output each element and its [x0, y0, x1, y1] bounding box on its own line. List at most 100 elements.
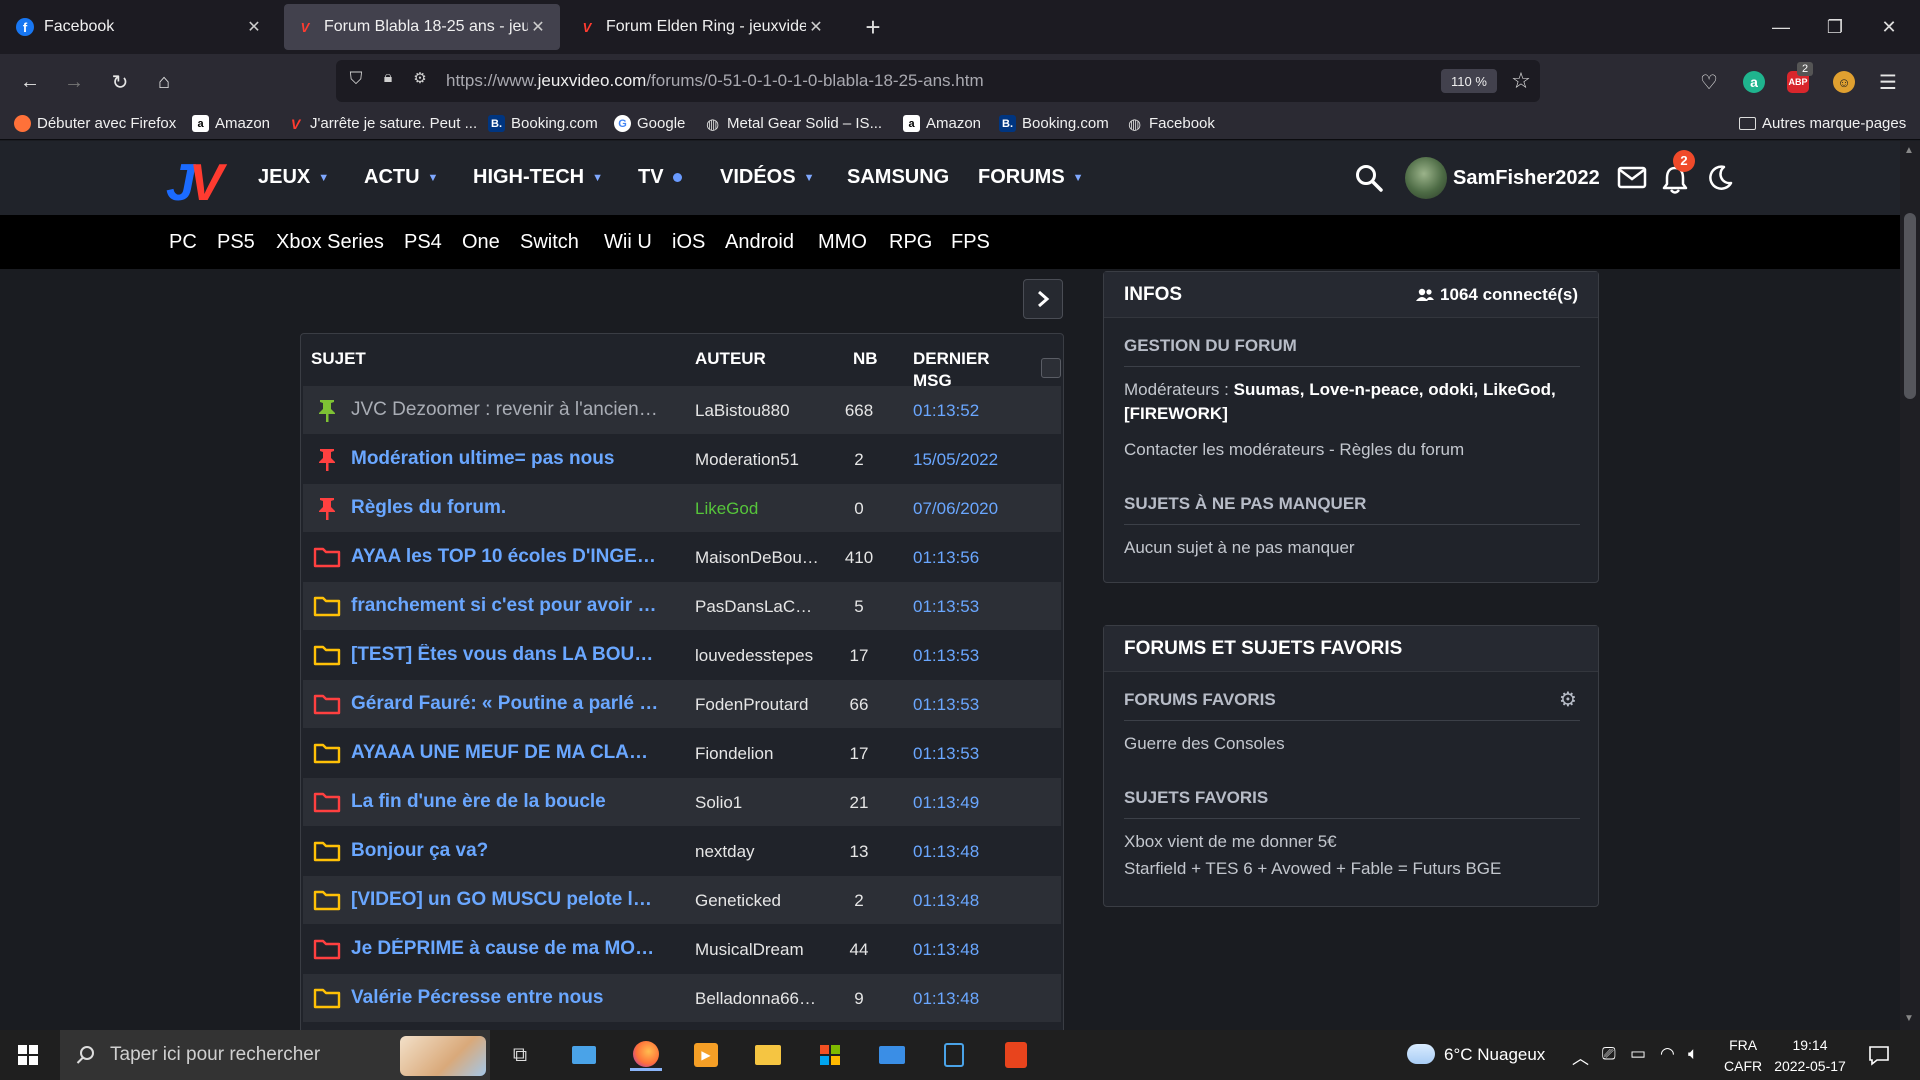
topic-author[interactable]: Geneticked: [695, 891, 819, 911]
topic-last-message[interactable]: 07/06/2020: [913, 499, 998, 519]
topic-author[interactable]: louvedesstepes: [695, 646, 819, 666]
bookmark-booking-2[interactable]: B. Booking.com: [999, 115, 1109, 132]
minimize-icon[interactable]: —: [1758, 10, 1804, 44]
new-tab-button[interactable]: +: [856, 10, 890, 44]
tab-forum-elden-ring[interactable]: V Forum Elden Ring - jeuxvideo.com ✕: [566, 4, 838, 50]
mail-app-icon[interactable]: [876, 1039, 908, 1071]
url-text[interactable]: https://www.jeuxvideo.com/forums/0-51-0-…: [446, 71, 984, 91]
bookmark-google[interactable]: G Google: [614, 115, 685, 132]
tab-facebook[interactable]: f Facebook ✕: [4, 4, 276, 50]
pocket-icon[interactable]: ♡: [1693, 66, 1725, 98]
bookmark-amazon[interactable]: a Amazon: [192, 115, 270, 132]
topic-subject[interactable]: Je DÉPRIME à cause de ma MOTIVATION: [351, 938, 659, 960]
next-page-button[interactable]: [1023, 279, 1063, 319]
app-icon-1[interactable]: [568, 1039, 600, 1071]
weather-text[interactable]: 6°C Nuageux: [1444, 1045, 1545, 1065]
topic-subject[interactable]: AYAAA UNE MEUF DE MA CLASSE: [351, 742, 659, 764]
bookmark-mgs[interactable]: ◍ Metal Gear Solid – IS...: [704, 115, 882, 133]
topic-subject[interactable]: Gérard Fauré: « Poutine a parlé de moi: [351, 693, 659, 715]
nav-jeux[interactable]: JEUX ▼: [258, 166, 329, 189]
subnav-xbox-series[interactable]: Xbox Series: [276, 231, 384, 254]
zoom-level[interactable]: 110 %: [1441, 69, 1497, 93]
window-close-icon[interactable]: ✕: [1866, 10, 1912, 44]
other-bookmarks[interactable]: Autres marque-pages: [1739, 115, 1906, 132]
topic-last-message[interactable]: 01:13:48: [913, 842, 979, 862]
table-row[interactable]: Je DÉPRIME à cause de ma MOTIVATION Music…: [303, 925, 1061, 973]
bookmark-firefox[interactable]: Débuter avec Firefox: [14, 115, 176, 132]
menu-icon[interactable]: ☰: [1872, 66, 1904, 98]
topic-subject[interactable]: [VIDEO] un GO MUSCU pelote le boule: [351, 889, 659, 911]
topic-author[interactable]: Solio1: [695, 793, 819, 813]
topic-subject[interactable]: Valérie Pécresse entre nous: [351, 987, 659, 1009]
scrollbar-thumb[interactable]: [1904, 213, 1916, 399]
restore-icon[interactable]: ❐: [1812, 10, 1858, 44]
topic-last-message[interactable]: 01:13:49: [913, 793, 979, 813]
address-bar[interactable]: ⛉ 🔒︎ ⚙︎ https://www.jeuxvideo.com/forums…: [336, 60, 1540, 102]
close-icon[interactable]: ✕: [528, 17, 548, 37]
volume-icon[interactable]: 🔈︎: [1688, 1044, 1698, 1064]
weather-cloud-icon[interactable]: [1407, 1044, 1435, 1064]
clock[interactable]: 19:14 2022-05-17: [1770, 1035, 1850, 1077]
subnav-ps5[interactable]: PS5: [217, 231, 255, 254]
table-row[interactable]: La fin d'une ère de la boucle Solio1 21 01:…: [303, 778, 1061, 826]
nav-forums[interactable]: FORUMS ▼: [978, 166, 1084, 189]
subnav-wii-u[interactable]: Wii U: [604, 231, 652, 254]
subnav-android[interactable]: Android: [725, 231, 794, 254]
firefox-icon[interactable]: [630, 1039, 662, 1071]
bookmark-jv-topic[interactable]: V J'arrête je sature. Peut ...: [287, 115, 477, 132]
windows-start-icon[interactable]: [18, 1045, 38, 1065]
table-row[interactable]: AYAAA UNE MEUF DE MA CLASSE Fiondelion 17 0…: [303, 729, 1061, 777]
topic-author[interactable]: MaisonDeBourbon: [695, 548, 819, 568]
subnav-mmo[interactable]: MMO: [818, 231, 867, 254]
wifi-icon[interactable]: ◠: [1660, 1044, 1675, 1064]
extension-a-icon[interactable]: a: [1738, 66, 1770, 98]
topic-subject[interactable]: La fin d'une ère de la boucle: [351, 791, 659, 813]
topic-subject[interactable]: franchement si c'est pour avoir ce genre: [351, 595, 659, 617]
topic-subject[interactable]: AYAA les TOP 10 écoles D'INGE en France: [351, 546, 659, 568]
favorite-topic-link[interactable]: Xbox vient de me donner 5€: [1124, 830, 1337, 854]
forward-arrow-icon[interactable]: →: [58, 66, 90, 98]
bookmark-star-icon[interactable]: ☆: [1508, 68, 1534, 94]
subnav-ps4[interactable]: PS4: [404, 231, 442, 254]
mail-icon[interactable]: [1617, 165, 1647, 191]
extension-face-icon[interactable]: ☺: [1828, 66, 1860, 98]
avatar[interactable]: [1405, 157, 1447, 199]
topic-last-message[interactable]: 01:13:48: [913, 989, 979, 1009]
topic-last-message[interactable]: 01:13:53: [913, 744, 979, 764]
table-row[interactable]: Valérie Pécresse entre nous Belladonna66a…: [303, 974, 1061, 1022]
tray-chevron-icon[interactable]: ︿: [1572, 1044, 1589, 1069]
media-player-icon[interactable]: ▶: [690, 1039, 722, 1071]
topic-author[interactable]: nextday: [695, 842, 819, 862]
topic-last-message[interactable]: 01:13:53: [913, 597, 979, 617]
topic-author[interactable]: FodenProutard: [695, 695, 819, 715]
topic-subject[interactable]: Modération ultime= pas nous: [351, 448, 659, 470]
bookmark-amazon-2[interactable]: a Amazon: [903, 115, 981, 132]
table-row[interactable]: [TEST] Êtes vous dans LA BOUCLE ? louvede…: [303, 631, 1061, 679]
table-row[interactable]: JVC Dezoomer : revenir à l'ancien design…: [303, 386, 1061, 434]
lock-icon[interactable]: 🔒︎: [376, 69, 400, 93]
page-scrollbar[interactable]: ▲ ▼: [1900, 141, 1920, 1030]
topic-last-message[interactable]: 15/05/2022: [913, 450, 998, 470]
shield-icon[interactable]: ⛉: [344, 69, 368, 93]
topic-last-message[interactable]: 01:13:53: [913, 646, 979, 666]
favorite-topic-link[interactable]: Starfield + TES 6 + Avowed + Fable = Fut…: [1124, 857, 1501, 881]
tab-forum-blabla[interactable]: V Forum Blabla 18-25 ans - jeuxvideo.com…: [284, 4, 560, 50]
subnav-switch[interactable]: Switch: [520, 231, 579, 254]
table-row[interactable]: Règles du forum. LikeGod 0 07/06/2020: [303, 484, 1061, 532]
contact-moderators-link[interactable]: Contacter les modérateurs - Règles du fo…: [1124, 438, 1464, 462]
table-row[interactable]: Modération ultime= pas nous Moderation51 2…: [303, 435, 1061, 483]
permissions-icon[interactable]: ⚙︎: [408, 69, 432, 93]
search-icon[interactable]: [1354, 163, 1384, 193]
bookmark-facebook[interactable]: ◍ Facebook: [1126, 115, 1215, 133]
topic-author[interactable]: Fiondelion: [695, 744, 819, 764]
office-icon[interactable]: [1000, 1039, 1032, 1071]
table-row[interactable]: Gérard Fauré: « Poutine a parlé de moi Fo…: [303, 680, 1061, 728]
notification-center-icon[interactable]: [1868, 1044, 1890, 1066]
close-icon[interactable]: ✕: [244, 17, 264, 37]
subnav-ios[interactable]: iOS: [672, 231, 705, 254]
task-view-icon[interactable]: ⧉: [504, 1039, 536, 1071]
dark-mode-icon[interactable]: [1705, 163, 1735, 193]
topic-last-message[interactable]: 01:13:52: [913, 401, 979, 421]
table-row[interactable]: AYAA les TOP 10 écoles D'INGE en France M…: [303, 533, 1061, 581]
nav-high-tech[interactable]: HIGH-TECH ▼: [473, 166, 603, 189]
